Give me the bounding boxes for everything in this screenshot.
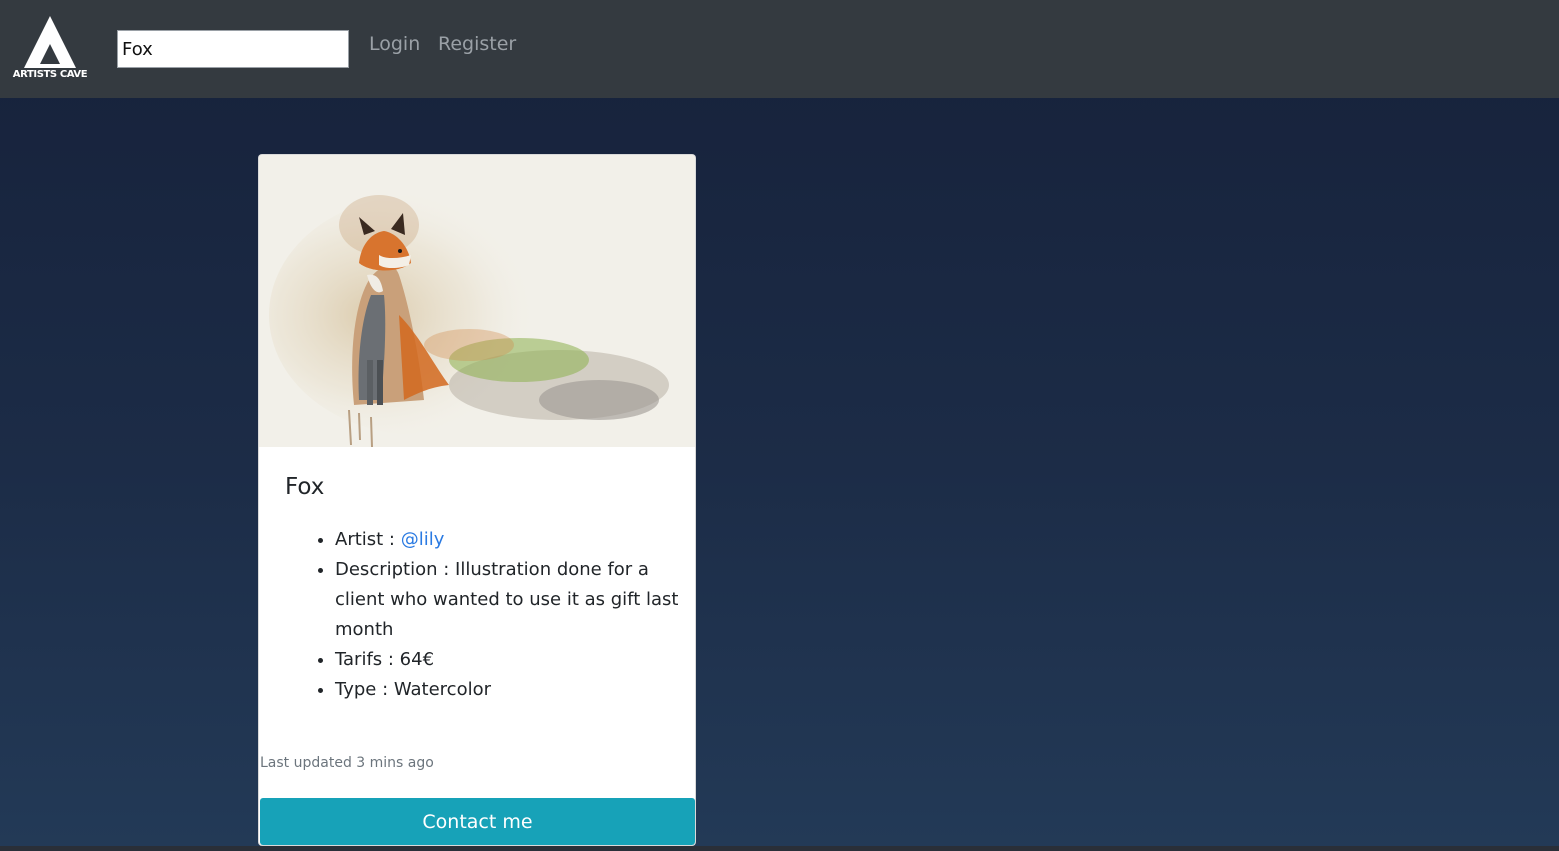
artwork-details-list: Artist : @lily Description : Illustratio… xyxy=(335,525,680,705)
description-label: Description : xyxy=(335,559,456,580)
register-link[interactable]: Register xyxy=(438,33,516,55)
list-item-tarifs: Tarifs : 64€ xyxy=(335,645,680,675)
tarifs-value: 64€ xyxy=(399,649,435,670)
artist-label: Artist : xyxy=(335,529,401,550)
navbar: ARTISTS CAVE Login Register xyxy=(0,0,1559,98)
list-item-type: Type : Watercolor xyxy=(335,675,680,705)
search-input[interactable] xyxy=(117,30,349,68)
last-updated-text: Last updated 3 mins ago xyxy=(260,755,434,771)
list-item-description: Description : Illustration done for a cl… xyxy=(335,555,680,645)
type-value: Watercolor xyxy=(393,679,491,700)
list-item-artist: Artist : @lily xyxy=(335,525,680,555)
bottom-edge xyxy=(0,846,1559,851)
login-link[interactable]: Login xyxy=(369,33,420,55)
logo-text: ARTISTS CAVE xyxy=(12,69,88,80)
artwork-card: Fox Artist : @lily Description : Illustr… xyxy=(258,154,696,846)
contact-me-button[interactable]: Contact me xyxy=(260,798,695,845)
artist-link[interactable]: @lily xyxy=(401,529,445,550)
card-title: Fox xyxy=(285,474,325,500)
brand-logo[interactable]: ARTISTS CAVE xyxy=(10,14,90,84)
artwork-image xyxy=(259,155,695,448)
logo-a-icon xyxy=(24,16,76,68)
type-label: Type : xyxy=(335,679,394,700)
tarifs-label: Tarifs : xyxy=(335,649,400,670)
fox-illustration xyxy=(259,155,695,448)
